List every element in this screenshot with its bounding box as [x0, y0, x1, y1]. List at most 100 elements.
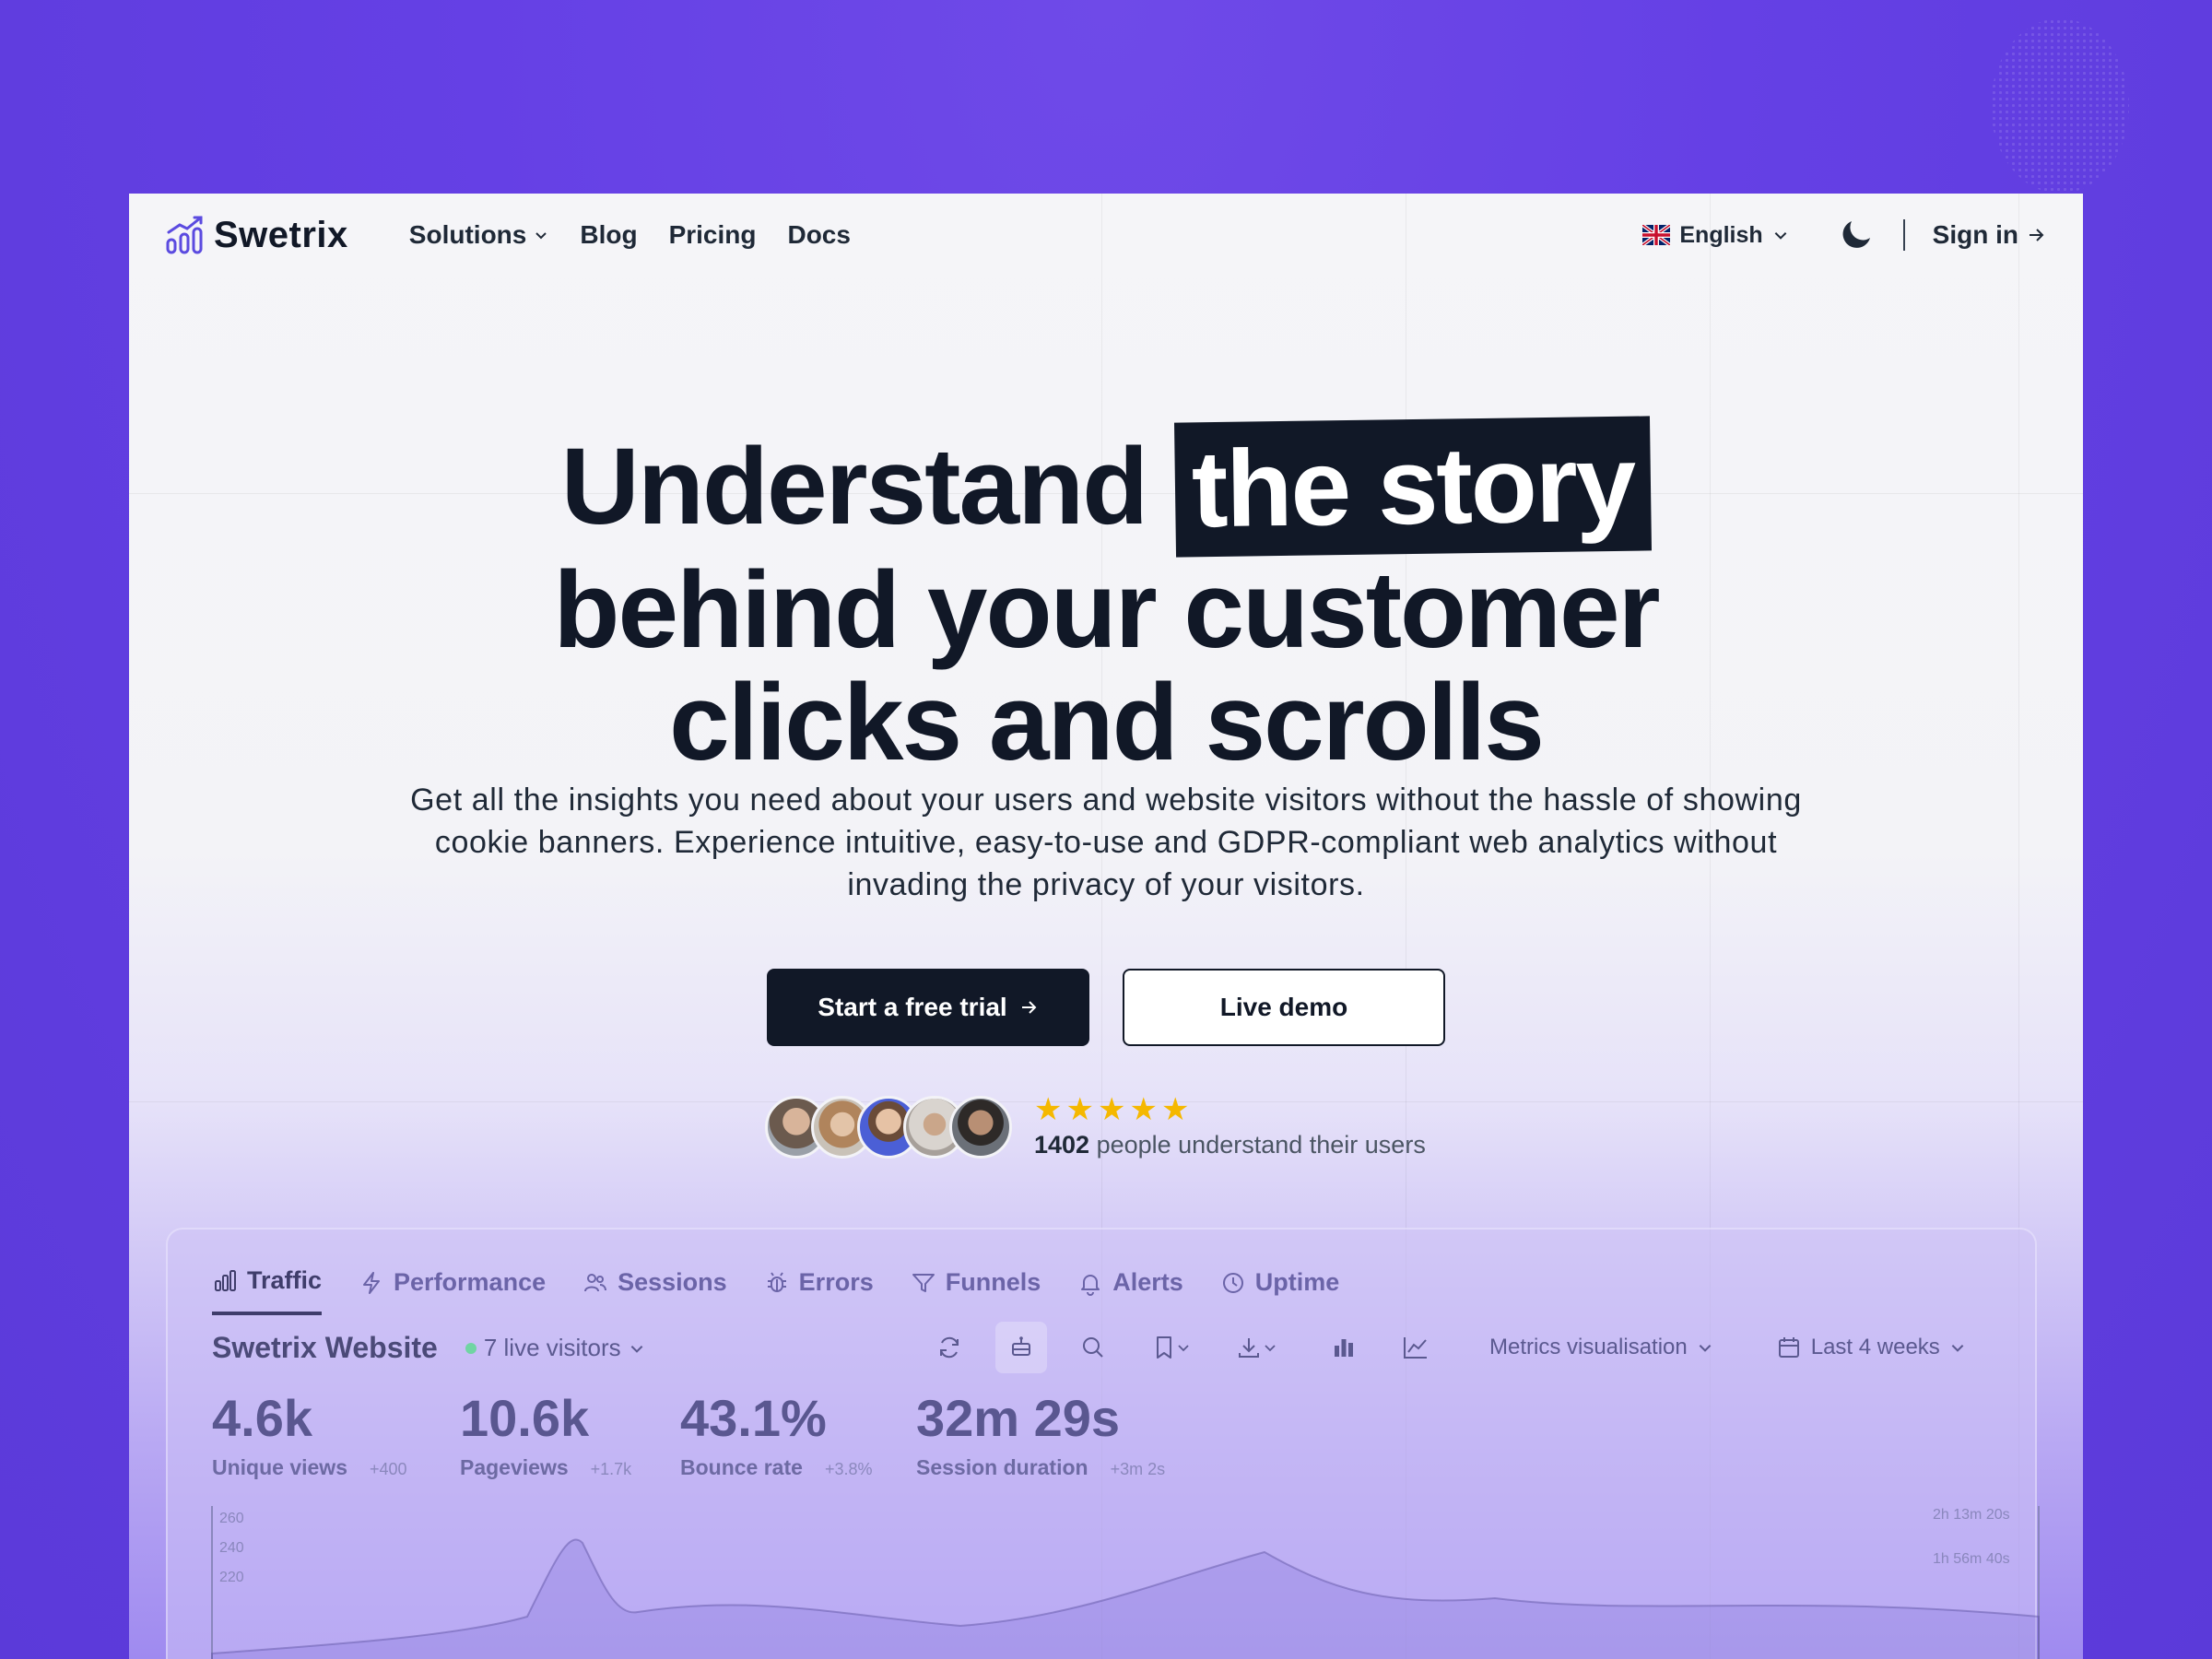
star-icon: ★ [1129, 1092, 1158, 1127]
nav-divider [1902, 219, 1905, 251]
logo-icon [166, 216, 203, 254]
tab-performance[interactable]: Performance [359, 1266, 546, 1315]
menu-item-docs[interactable]: Docs [787, 220, 850, 250]
download-icon [1239, 1338, 1259, 1358]
bar-chart-view-button[interactable] [1318, 1322, 1370, 1373]
chart-area-series [211, 1538, 2040, 1659]
nav-right: English Sign in [1642, 216, 2046, 255]
chevron-down-icon [535, 232, 547, 240]
bookmark-icon [1157, 1336, 1171, 1359]
robot-icon [1012, 1336, 1030, 1356]
uk-flag-icon [1642, 225, 1671, 245]
metrics-visualisation-dropdown[interactable]: Metrics visualisation [1489, 1335, 1713, 1360]
bar-chart-icon [215, 1269, 236, 1291]
hero-subtitle: Get all the insights you need about your… [410, 782, 1802, 902]
live-demo-button[interactable]: Live demo [1123, 969, 1445, 1046]
chevron-down-icon [630, 1345, 642, 1353]
metric-bounce-rate: 43.1% Bounce rate +3.8% [680, 1391, 876, 1480]
language-label: English [1679, 221, 1763, 248]
bookmark-dropdown[interactable] [1139, 1322, 1204, 1373]
dark-mode-toggle[interactable] [1841, 216, 1876, 255]
start-free-trial-label: Start a free trial [818, 993, 1007, 1021]
start-free-trial-button[interactable]: Start a free trial [767, 969, 1089, 1046]
menu-item-label: Solutions [408, 220, 527, 249]
metric-label: Pageviews [460, 1455, 569, 1479]
menu-item-blog[interactable]: Blog [580, 220, 637, 250]
bug-icon [767, 1271, 786, 1292]
avatar-group [765, 1095, 1012, 1159]
filter-icon [912, 1273, 935, 1292]
menu-item-solutions[interactable]: Solutions [409, 220, 549, 250]
tab-alerts[interactable]: Alerts [1077, 1266, 1183, 1315]
metric-delta: +3.8% [824, 1460, 873, 1478]
tab-uptime[interactable]: Uptime [1220, 1266, 1339, 1315]
browser-window: Swetrix Solutions Blog Pricing Docs Engl… [129, 194, 2083, 1659]
tab-errors[interactable]: Errors [764, 1266, 874, 1315]
users-icon [584, 1273, 607, 1291]
calendar-icon [1778, 1337, 1799, 1358]
bar-chart-icon [1335, 1339, 1353, 1357]
top-navigation: Swetrix Solutions Blog Pricing Docs Engl… [129, 194, 2083, 276]
tab-label: Traffic [247, 1266, 323, 1294]
tab-sessions[interactable]: Sessions [582, 1266, 727, 1315]
lightning-icon [363, 1271, 381, 1294]
hero-title-line2: behind your customer [553, 549, 1660, 671]
social-proof-text: 1402 people understand their users [1034, 1131, 1426, 1159]
search-icon [1083, 1337, 1103, 1358]
menu-item-label: Pricing [668, 220, 757, 249]
sign-in-link[interactable]: Sign in [1933, 220, 2046, 250]
arrow-right-icon [2030, 229, 2044, 241]
social-proof-caption: people understand their users [1089, 1131, 1426, 1159]
logo[interactable]: Swetrix [166, 214, 348, 256]
metric-value: 43.1% [680, 1389, 827, 1447]
metric-label-row: Pageviews +1.7k [460, 1455, 640, 1480]
menu-item-label: Blog [580, 220, 638, 249]
rating-block: ★ ★ ★ ★ ★ 1402 people understand their u… [1034, 1094, 1426, 1159]
line-chart-view-button[interactable] [1390, 1322, 1441, 1373]
line-chart-icon [1404, 1337, 1427, 1359]
tab-label: Performance [394, 1268, 547, 1296]
sign-in-label: Sign in [1932, 220, 2018, 249]
period-label: Last 4 weeks [1810, 1335, 1940, 1359]
chevron-down-icon [1951, 1345, 1964, 1352]
site-name: Swetrix Website [212, 1331, 438, 1364]
metric-delta: +400 [369, 1460, 407, 1478]
user-count: 1402 [1034, 1131, 1090, 1159]
metric-unique-views: 4.6k Unique views +400 [212, 1391, 419, 1480]
metric-delta: +1.7k [590, 1460, 632, 1478]
axis-tick: 220 [219, 1570, 244, 1585]
chevron-down-icon [1178, 1345, 1189, 1352]
avatar [949, 1095, 1012, 1159]
hero-title-line3: clicks and scrolls [669, 662, 1545, 783]
menu-item-pricing[interactable]: Pricing [669, 220, 757, 250]
language-selector[interactable]: English [1642, 222, 1788, 249]
tab-label: Alerts [1112, 1268, 1183, 1296]
metric-label-row: Bounce rate +3.8% [680, 1455, 876, 1480]
tab-label: Sessions [618, 1268, 727, 1296]
live-visitors-dropdown[interactable]: 7 live visitors [465, 1334, 645, 1362]
metric-delta: +3m 2s [1110, 1460, 1166, 1478]
export-dropdown[interactable] [1224, 1322, 1288, 1373]
star-rating: ★ ★ ★ ★ ★ [1034, 1094, 1426, 1125]
axis-tick: 260 [219, 1511, 244, 1526]
dashboard-preview: Traffic Performance Sessions Errors Funn… [166, 1228, 2040, 1659]
star-icon: ★ [1034, 1092, 1063, 1127]
site-header: Swetrix Website 7 live visitors [212, 1331, 645, 1365]
refresh-button[interactable] [924, 1322, 975, 1373]
search-button[interactable] [1067, 1322, 1119, 1373]
period-dropdown[interactable]: Last 4 weeks [1776, 1335, 1966, 1360]
metric-label-row: Unique views +400 [212, 1455, 419, 1480]
metric-value: 32m 29s [916, 1389, 1121, 1447]
hero-title-highlight: the story [1174, 416, 1653, 558]
metric-session-duration: 32m 29s Session duration +3m 2s [916, 1391, 1165, 1480]
bot-filter-button[interactable] [995, 1322, 1047, 1373]
star-icon: ★ [1160, 1092, 1190, 1127]
axis-tick: 240 [219, 1540, 244, 1556]
metric-value: 10.6k [460, 1389, 590, 1447]
tab-traffic[interactable]: Traffic [212, 1266, 323, 1315]
tab-label: Errors [798, 1268, 874, 1296]
moon-icon [1842, 220, 1870, 248]
chevron-down-icon [1774, 232, 1787, 240]
metric-label: Bounce rate [680, 1455, 803, 1479]
tab-funnels[interactable]: Funnels [911, 1266, 1041, 1315]
